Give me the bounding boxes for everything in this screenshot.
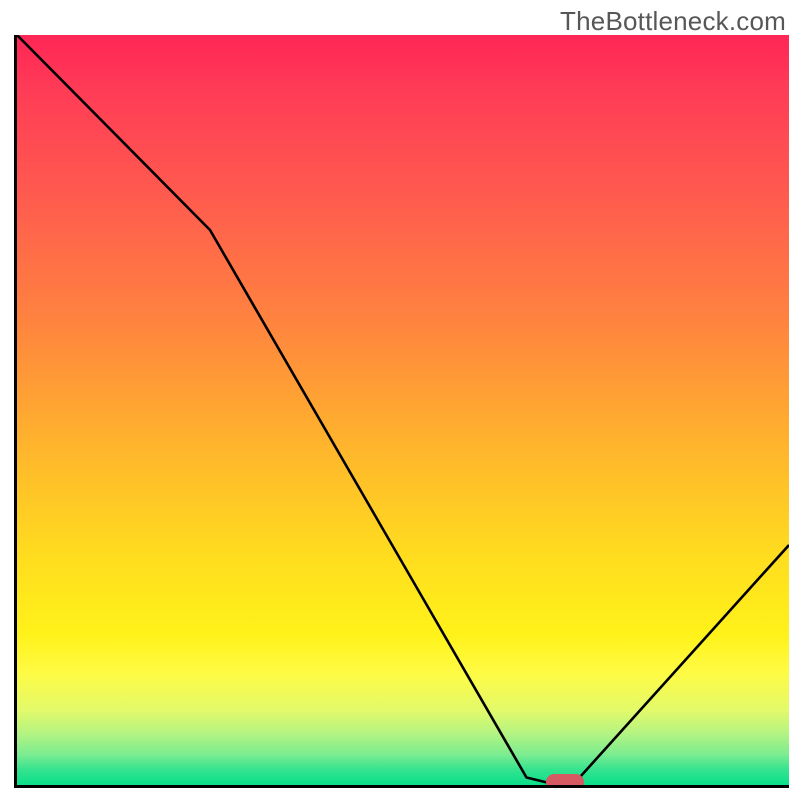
watermark-text: TheBottleneck.com xyxy=(560,6,786,37)
chart-container: TheBottleneck.com xyxy=(0,0,800,800)
bottleneck-curve xyxy=(17,35,789,785)
plot-area xyxy=(14,35,789,788)
optimal-range-marker xyxy=(546,774,585,788)
